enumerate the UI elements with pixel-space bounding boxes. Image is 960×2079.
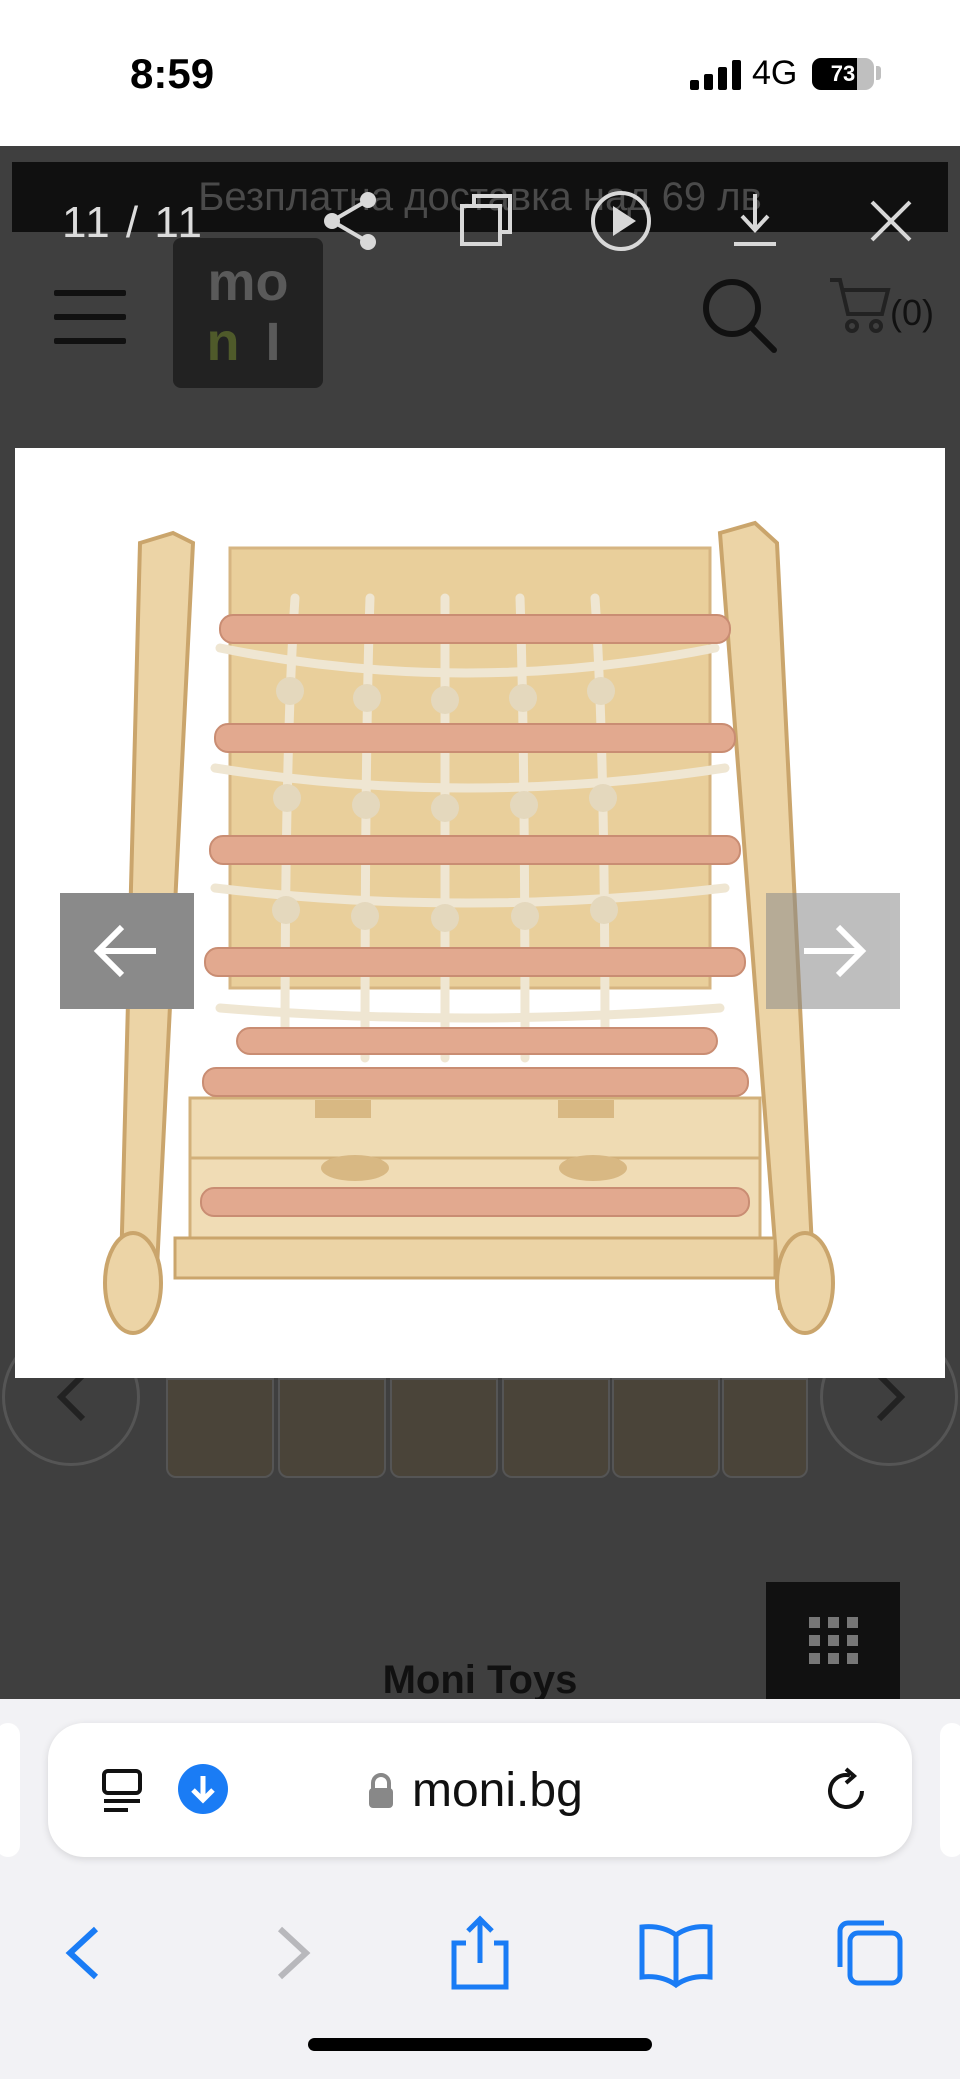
- cart-count[interactable]: (0): [890, 292, 934, 334]
- thumbnail[interactable]: [278, 1378, 386, 1478]
- tabs-icon[interactable]: [830, 1913, 910, 1993]
- home-indicator: [308, 2038, 652, 2051]
- previous-image-button[interactable]: [60, 893, 194, 1009]
- share-sheet-icon[interactable]: [440, 1913, 520, 1993]
- reload-icon[interactable]: [820, 1765, 872, 1817]
- downloads-icon[interactable]: [178, 1764, 228, 1814]
- thumbnail[interactable]: [612, 1378, 720, 1478]
- battery-icon: 73: [812, 58, 874, 90]
- browser-toolbar: moni.bg: [0, 1699, 960, 2079]
- page-format-icon[interactable]: [98, 1767, 146, 1815]
- bookmarks-icon[interactable]: [636, 1913, 716, 1993]
- status-time: 8:59: [130, 50, 215, 97]
- slideshow-play-icon[interactable]: [586, 186, 656, 256]
- back-icon[interactable]: [48, 1913, 128, 1993]
- close-icon[interactable]: [856, 186, 926, 256]
- svg-text:I: I: [265, 312, 280, 372]
- previous-tab-peek[interactable]: [0, 1723, 20, 1857]
- cellular-signal-icon: [690, 60, 746, 90]
- arrow-down-icon: [191, 1776, 215, 1804]
- image-counter: 11 / 11: [62, 198, 205, 247]
- fullscreen-icon[interactable]: [452, 186, 522, 256]
- battery-percent: 73: [830, 61, 856, 86]
- thumbnail[interactable]: [390, 1378, 498, 1478]
- thumbnail[interactable]: [166, 1378, 274, 1478]
- brand-name: Moni Toys: [382, 1658, 578, 1702]
- menu-icon[interactable]: [54, 282, 126, 352]
- share-icon[interactable]: [316, 186, 386, 256]
- arrow-left-icon: [93, 924, 156, 978]
- network-type: 4G: [752, 54, 798, 92]
- thumbnail[interactable]: [722, 1378, 808, 1478]
- next-image-button[interactable]: [766, 893, 900, 1009]
- next-tab-peek[interactable]: [940, 1723, 960, 1857]
- svg-text:n: n: [207, 312, 240, 372]
- forward-icon[interactable]: [248, 1913, 328, 1993]
- search-icon[interactable]: [700, 276, 780, 356]
- battery-tip: [876, 66, 881, 80]
- lock-icon: [369, 1773, 393, 1808]
- thumbnail[interactable]: [502, 1378, 610, 1478]
- status-bar: 8:59 4G 73: [0, 0, 960, 146]
- url-text[interactable]: moni.bg: [412, 1763, 583, 1818]
- lightbox-toolbar: 11 / 11: [0, 146, 960, 286]
- download-icon[interactable]: [720, 186, 790, 256]
- arrow-right-icon: [804, 924, 867, 978]
- address-bar[interactable]: moni.bg: [48, 1723, 912, 1857]
